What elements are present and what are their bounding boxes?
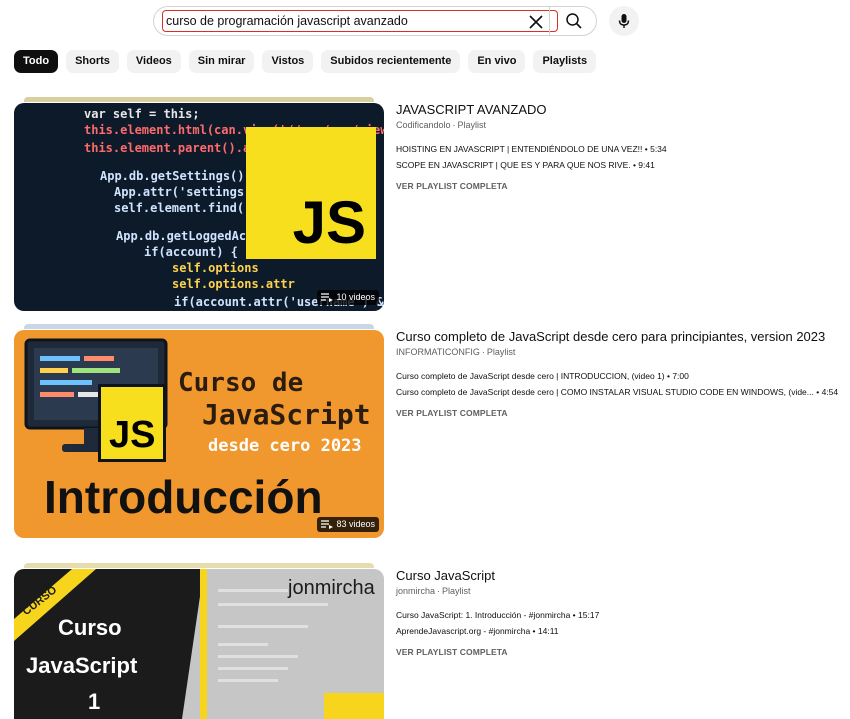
- playlist-video-item[interactable]: Curso JavaScript: 1. Introducción - #jon…: [396, 607, 846, 623]
- playlist-thumbnail[interactable]: var self = this; this.element.html(can.v…: [14, 97, 384, 311]
- result-type: Playlist: [442, 586, 471, 596]
- playlist-stack-edge: [24, 97, 374, 102]
- thumbnail-image: JS Curso de JavaScript desde cero 2023 I…: [14, 330, 384, 538]
- code-text: if(account) {: [144, 245, 238, 259]
- playlist-info: JAVASCRIPT AVANZADO Codificandolo · Playli…: [396, 101, 846, 191]
- code-text: App.db.getLoggedAcco: [116, 229, 261, 243]
- playlist-video-list: Curso JavaScript: 1. Introducción - #jon…: [396, 607, 846, 639]
- playlist-meta: jonmircha · Playlist: [396, 586, 471, 596]
- thumb-line: Curso: [58, 615, 122, 640]
- chip-todo[interactable]: Todo: [14, 50, 59, 73]
- thumb-heading: JavaScript: [202, 398, 371, 431]
- thumb-heading: Curso de: [178, 368, 304, 398]
- code-text: self.element.find('#: [114, 201, 259, 215]
- search-button[interactable]: [549, 7, 597, 35]
- playlist-thumbnail[interactable]: CURSO Curso JavaScript 1 jonmircha: [14, 563, 384, 719]
- playlist-icon: [321, 293, 334, 302]
- microphone-icon: [618, 14, 630, 28]
- playlist-icon: [321, 520, 334, 529]
- chip-en-vivo[interactable]: En vivo: [468, 50, 526, 73]
- clear-search-button[interactable]: [525, 11, 547, 33]
- thumb-line: 1: [88, 689, 101, 714]
- thumb-brand: jonmircha: [288, 577, 375, 599]
- channel-name[interactable]: INFORMATICONFIG: [396, 347, 480, 357]
- search-input[interactable]: [162, 10, 558, 32]
- chip-subidos-recientemente[interactable]: Subidos recientemente: [321, 50, 461, 73]
- code-text: App.attr('settings',: [114, 185, 259, 199]
- playlist-video-item[interactable]: SCOPE EN JAVASCRIPT | QUE ES Y PARA QUE …: [396, 157, 846, 173]
- code-text: self.options.attr: [172, 277, 295, 291]
- chip-vistos[interactable]: Vistos: [262, 50, 314, 73]
- thumb-subheading: desde cero 2023: [208, 436, 362, 456]
- code-text: this.element.parent().add: [84, 141, 265, 155]
- video-count: 10 videos: [336, 292, 375, 302]
- result-type: Playlist: [457, 120, 487, 130]
- js-logo: JS: [246, 127, 376, 259]
- playlist-video-item[interactable]: HOISTING EN JAVASCRIPT | ENTENDIÉNDOLO D…: [396, 141, 846, 157]
- view-full-playlist-link[interactable]: VER PLAYLIST COMPLETA: [396, 408, 846, 418]
- view-full-playlist-link[interactable]: VER PLAYLIST COMPLETA: [396, 647, 846, 657]
- playlist-title[interactable]: Curso JavaScript: [396, 567, 846, 584]
- chip-sin-mirar[interactable]: Sin mirar: [188, 50, 255, 73]
- code-text: var self = this;: [84, 107, 200, 121]
- playlist-video-item[interactable]: Curso completo de JavaScript desde cero …: [396, 368, 846, 384]
- view-full-playlist-link[interactable]: VER PLAYLIST COMPLETA: [396, 181, 846, 191]
- playlist-title[interactable]: JAVASCRIPT AVANZADO: [396, 101, 846, 118]
- playlist-meta: Codificandolo · Playlist: [396, 120, 487, 130]
- video-count: 83 videos: [336, 519, 375, 529]
- thumbnail-image: CURSO Curso JavaScript 1 jonmircha: [14, 569, 384, 719]
- search-icon: [565, 13, 582, 29]
- playlist-meta: INFORMATICONFIG · Playlist: [396, 347, 516, 357]
- js-logo-text: JS: [109, 414, 156, 456]
- playlist-result: JS Curso de JavaScript desde cero 2023 I…: [14, 324, 844, 540]
- playlist-video-list: Curso completo de JavaScript desde cero …: [396, 368, 846, 400]
- js-logo: JS: [98, 384, 166, 462]
- filter-chips: Todo Shorts Videos Sin mirar Vistos Subi…: [14, 50, 597, 73]
- playlist-video-item[interactable]: AprendeJavascript.org - #jonmircha • 14:…: [396, 623, 846, 639]
- video-count-badge: 10 videos: [317, 290, 379, 305]
- playlist-thumbnail[interactable]: JS Curso de JavaScript desde cero 2023 I…: [14, 324, 384, 538]
- playlist-info: Curso completo de JavaScript desde cero …: [396, 328, 846, 418]
- thumb-big-title: Introducción: [44, 471, 323, 523]
- voice-search-button[interactable]: [609, 6, 639, 36]
- result-type: Playlist: [486, 347, 516, 357]
- code-text: self.options: [172, 261, 259, 275]
- video-count-badge: 83 videos: [317, 517, 379, 532]
- chip-videos[interactable]: Videos: [126, 50, 181, 73]
- playlist-result: var self = this; this.element.html(can.v…: [14, 97, 844, 313]
- playlist-info: Curso JavaScript jonmircha · Playlist Curs…: [396, 567, 846, 657]
- chip-playlists[interactable]: Playlists: [533, 50, 597, 73]
- close-icon: [529, 15, 543, 29]
- thumbnail-image: var self = this; this.element.html(can.v…: [14, 103, 384, 311]
- thumb-line: JavaScript: [26, 653, 138, 678]
- playlist-result: CURSO Curso JavaScript 1 jonmircha Curso…: [14, 563, 846, 719]
- chip-shorts[interactable]: Shorts: [66, 50, 119, 73]
- playlist-stack-edge: [24, 563, 374, 568]
- playlist-video-item[interactable]: Curso completo de JavaScript desde cero …: [396, 384, 846, 400]
- playlist-video-list: HOISTING EN JAVASCRIPT | ENTENDIÉNDOLO D…: [396, 141, 846, 173]
- playlist-title[interactable]: Curso completo de JavaScript desde cero …: [396, 328, 846, 345]
- channel-name[interactable]: Codificandolo: [396, 120, 451, 130]
- playlist-stack-edge: [24, 324, 374, 329]
- channel-name[interactable]: jonmircha: [396, 586, 435, 596]
- js-logo-text: JS: [292, 189, 366, 256]
